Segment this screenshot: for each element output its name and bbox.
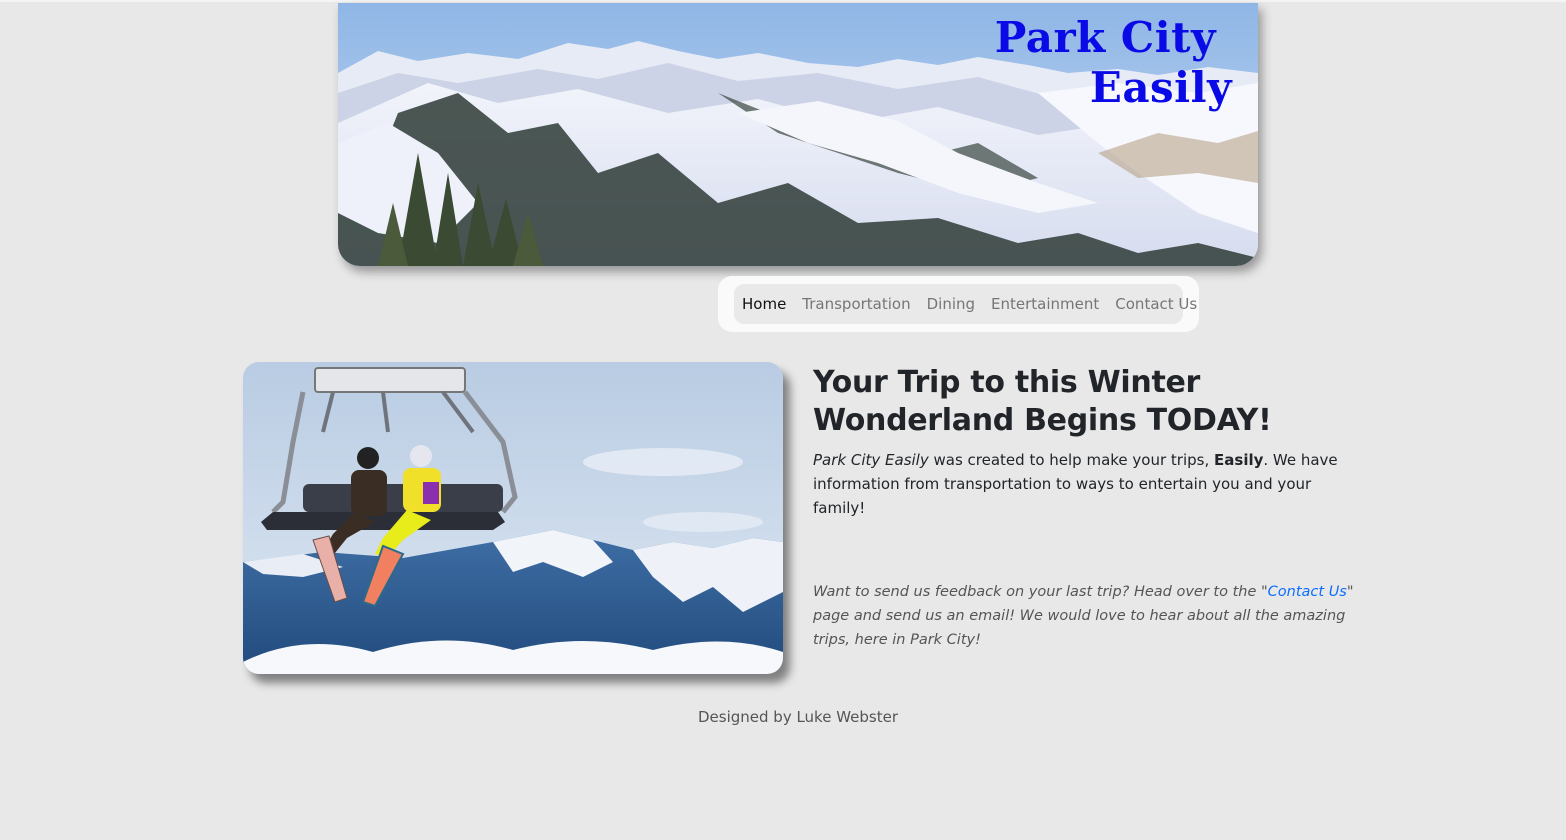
site-title-line1: Park City: [994, 13, 1216, 62]
main-content: Your Trip to this Winter Wonderland Begi…: [813, 364, 1373, 652]
header-banner: Park City Easily: [338, 3, 1258, 266]
nav-home[interactable]: Home: [742, 295, 786, 313]
nav-transportation[interactable]: Transportation: [802, 295, 910, 313]
intro-paragraph: Park City Easily was created to help mak…: [813, 448, 1358, 520]
intro-brand-name: Park City Easily: [813, 451, 929, 469]
footer-credit: Designed by Luke Webster: [697, 708, 899, 726]
feedback-text-before: Want to send us feedback on your last tr…: [813, 584, 1268, 600]
nav-dining[interactable]: Dining: [927, 295, 975, 313]
top-edge: [0, 0, 1566, 2]
nav-entertainment[interactable]: Entertainment: [991, 295, 1099, 313]
contact-us-link[interactable]: Contact Us: [1268, 584, 1347, 600]
site-title: Park City Easily: [995, 13, 1232, 113]
footer: Designed by Luke Webster: [0, 708, 1566, 726]
site-title-line2: Easily: [1089, 63, 1232, 112]
intro-text-1: was created to help make your trips,: [928, 451, 1215, 469]
page-heading: Your Trip to this Winter Wonderland Begi…: [813, 365, 1272, 438]
chairlift-photo: [243, 362, 783, 674]
nav-contact-us[interactable]: Contact Us: [1115, 295, 1197, 313]
feedback-paragraph: Want to send us feedback on your last tr…: [813, 580, 1358, 652]
nav-pill-bar: Home Transportation Dining Entertainment…: [734, 284, 1197, 324]
intro-bold: Easily: [1214, 451, 1264, 469]
main-navigation: Home Transportation Dining Entertainment…: [718, 276, 1199, 332]
